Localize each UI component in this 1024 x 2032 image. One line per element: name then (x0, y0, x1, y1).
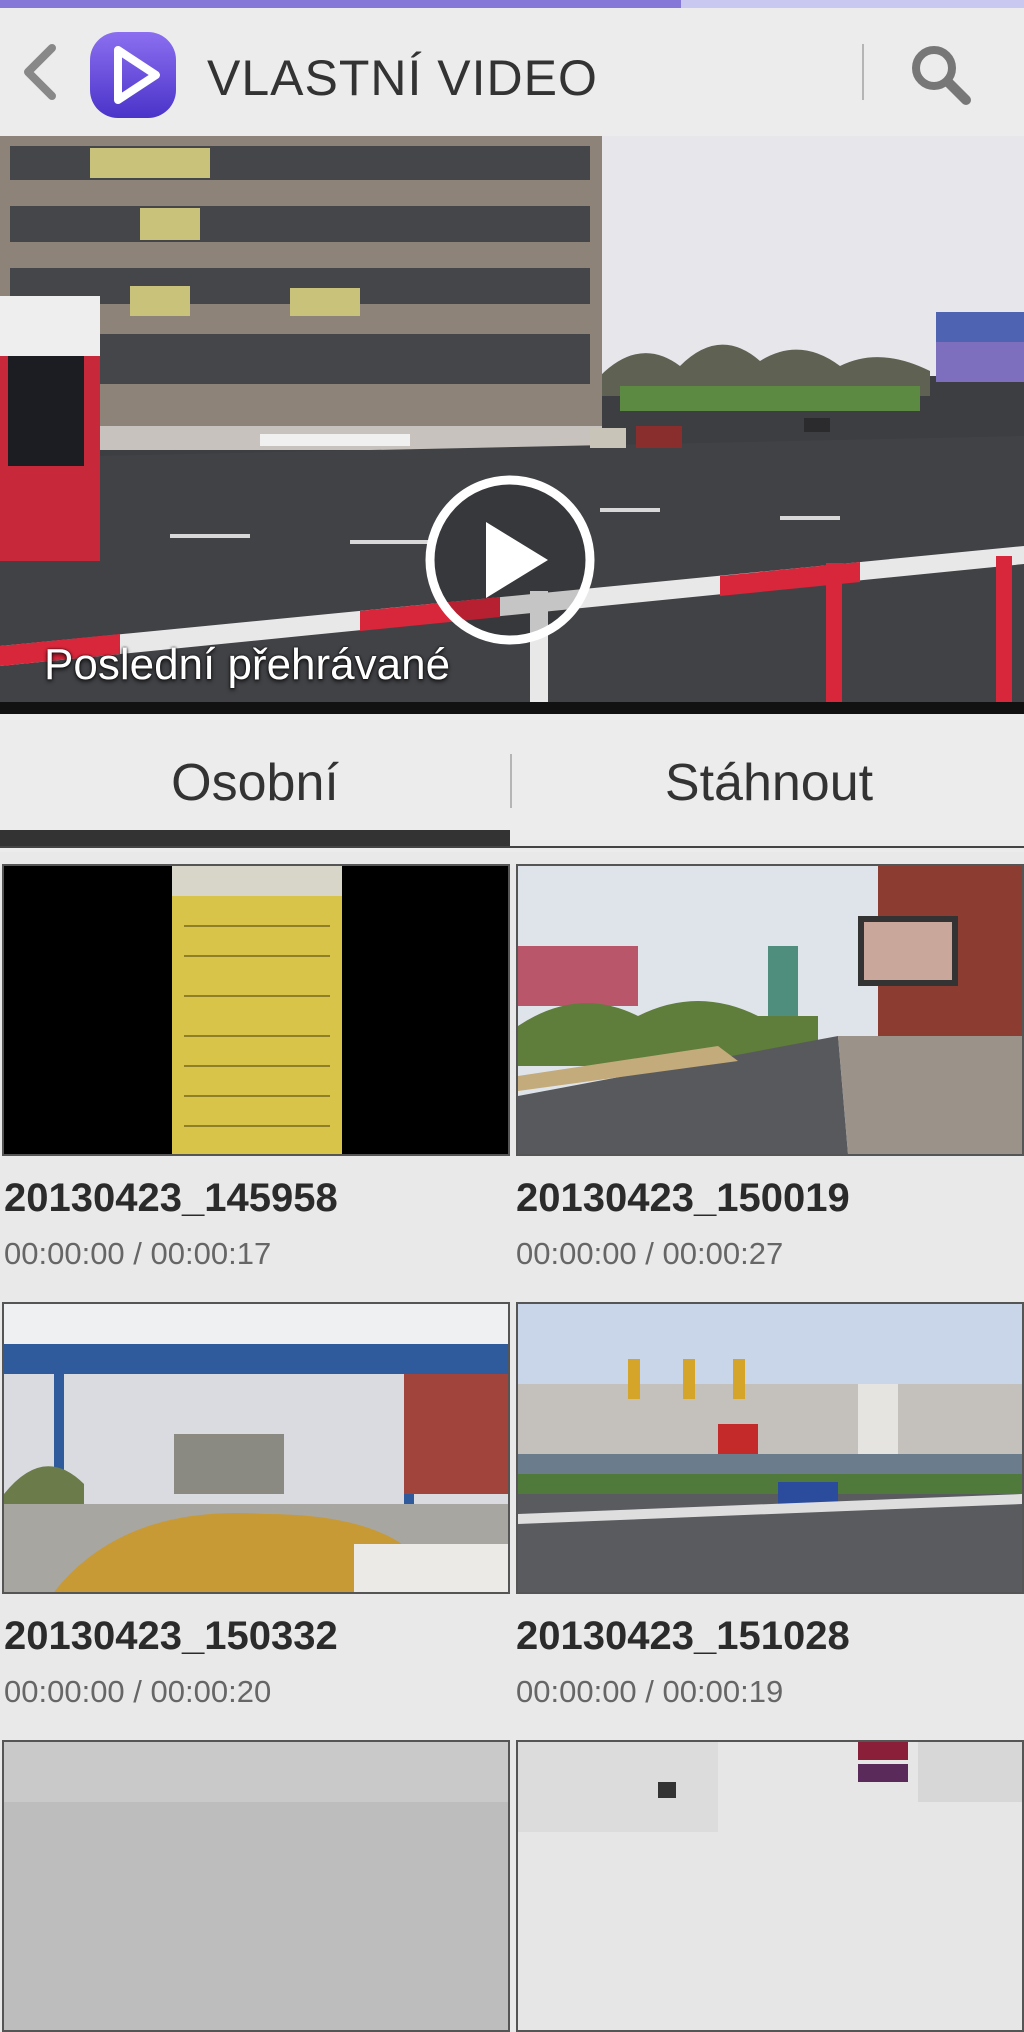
recently-played-hero[interactable] (0, 136, 1024, 714)
action-bar: VLASTNÍ VIDEO (0, 8, 1024, 136)
video-thumbnail[interactable] (2, 1302, 510, 1594)
tab-personal-label: Osobní (171, 754, 339, 812)
video-title: 20130423_150332 (4, 1614, 338, 1658)
top-progress-strip (0, 0, 1024, 8)
action-bar-divider (862, 44, 864, 100)
search-icon (912, 46, 971, 105)
video-thumbnail[interactable] (2, 1740, 510, 2032)
tab-downloads[interactable]: Stáhnout (514, 714, 1024, 852)
play-button[interactable] (424, 474, 596, 646)
top-progress-fill (0, 0, 681, 8)
video-thumbnail[interactable] (516, 1740, 1024, 2032)
tab-bar: Osobní Stáhnout (0, 714, 1024, 852)
video-thumbnail[interactable] (516, 864, 1024, 1156)
tab-divider (510, 754, 512, 808)
video-duration: 00:00:00 / 00:00:20 (4, 1674, 272, 1709)
tab-baseline (0, 846, 1024, 848)
video-duration: 00:00:00 / 00:00:17 (4, 1236, 272, 1271)
recently-played-caption: Poslední přehrávané (44, 640, 451, 689)
tab-downloads-label: Stáhnout (664, 754, 874, 812)
chevron-left-icon (24, 44, 56, 100)
video-duration: 00:00:00 / 00:00:19 (516, 1674, 784, 1709)
video-title: 20130423_145958 (4, 1176, 338, 1220)
video-thumbnail[interactable] (2, 864, 510, 1156)
video-title: 20130423_150019 (516, 1176, 850, 1220)
play-circle-icon (425, 475, 595, 645)
video-duration: 00:00:00 / 00:00:27 (516, 1236, 784, 1271)
app-title: VLASTNÍ VIDEO (207, 50, 598, 106)
video-player-logo-icon (88, 30, 178, 120)
video-title: 20130423_151028 (516, 1614, 850, 1658)
video-thumbnail[interactable] (516, 1302, 1024, 1594)
search-button[interactable] (900, 34, 980, 114)
